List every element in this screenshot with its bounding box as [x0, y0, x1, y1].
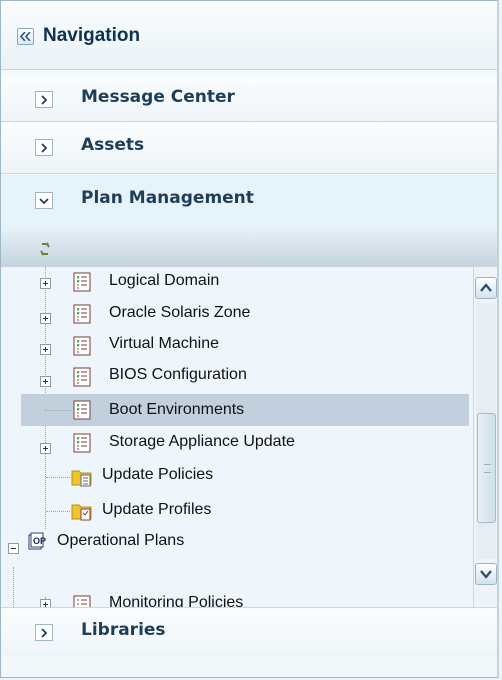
scroll-up-button[interactable] [475, 277, 497, 299]
navigation-panel: Navigation Message Center Assets Plan Ma… [0, 0, 499, 678]
tree-item[interactable]: Update Profiles [1, 493, 473, 523]
navigation-header: Navigation [1, 1, 497, 70]
plan-template-icon [73, 595, 91, 607]
tree-item-label: Oracle Solaris Zone [109, 304, 251, 321]
chevron-right-icon[interactable] [35, 91, 53, 108]
expand-icon[interactable] [40, 313, 51, 324]
chevron-right-icon[interactable] [35, 139, 53, 156]
tree-item-label: BIOS Configuration [109, 366, 247, 383]
tree-item[interactable]: BIOS Configuration [1, 360, 473, 390]
expand-icon[interactable] [40, 376, 51, 387]
scroll-down-button[interactable] [475, 563, 497, 585]
chevron-down-icon[interactable] [35, 192, 53, 209]
accordion-assets[interactable]: Assets [1, 123, 497, 174]
accordion-label-message-center: Message Center [81, 87, 235, 107]
tree-item[interactable]: Update Policies [1, 461, 473, 491]
plan-template-icon [73, 433, 91, 453]
expand-icon[interactable] [40, 443, 51, 454]
accordion-plan-management[interactable]: Plan Management [1, 175, 497, 231]
tree-item[interactable]: Oracle Solaris Zone [1, 297, 473, 327]
chevron-up-icon [480, 283, 492, 292]
scroll-thumb[interactable] [477, 413, 496, 523]
tree-connector [46, 477, 70, 478]
panel-footer [1, 656, 497, 677]
refresh-icon[interactable] [38, 241, 52, 257]
tree-connector [45, 410, 71, 411]
tree-toolbar [1, 231, 497, 268]
tree-item-label: Monitoring Policies [109, 594, 244, 607]
tree-scrollbar[interactable] [473, 267, 497, 607]
chevron-right-icon[interactable] [35, 624, 53, 641]
expand-icon[interactable] [40, 599, 51, 607]
policy-folder-icon [71, 470, 92, 487]
tree-item-label: Logical Domain [109, 272, 220, 289]
tree-item-label: Storage Appliance Update [109, 433, 295, 450]
tree-item[interactable]: Storage Appliance Update [1, 427, 473, 457]
expand-icon[interactable] [40, 278, 51, 289]
tree-item-label: Update Profiles [102, 501, 212, 518]
scroll-track[interactable] [476, 303, 496, 559]
tree-item[interactable]: OP Operational Plans [1, 525, 473, 555]
plan-template-icon [73, 367, 91, 387]
tree-item-label: Virtual Machine [109, 335, 219, 352]
tree-item-label: Boot Environments [109, 401, 245, 418]
grip-icon [484, 464, 491, 473]
accordion-label-libraries: Libraries [81, 620, 166, 640]
navigation-title: Navigation [43, 25, 141, 46]
tree-item-selected[interactable]: Boot Environments [21, 394, 469, 426]
svg-text:OP: OP [33, 536, 46, 546]
plan-template-icon [73, 400, 91, 420]
plan-tree: Logical Domain Oracle Solaris Zone Virtu… [1, 267, 473, 607]
plan-template-icon [73, 304, 91, 324]
expand-icon[interactable] [40, 344, 51, 355]
collapse-navigation-icon[interactable] [17, 28, 34, 45]
tree-item[interactable]: Monitoring Policies [1, 587, 473, 607]
accordion-libraries[interactable]: Libraries [1, 607, 497, 657]
tree-item-label: Update Policies [102, 466, 214, 483]
accordion-label-assets: Assets [81, 135, 145, 155]
operational-plan-icon: OP [28, 532, 46, 550]
tree-item[interactable]: Logical Domain [1, 267, 473, 297]
plan-template-icon [73, 336, 91, 356]
tree-item[interactable]: Virtual Machine [1, 329, 473, 359]
profile-folder-icon [71, 504, 92, 521]
chevron-down-icon [480, 570, 492, 579]
accordion-message-center[interactable]: Message Center [1, 77, 497, 122]
plan-template-icon [73, 272, 91, 292]
collapse-icon[interactable] [8, 543, 19, 554]
accordion-label-plan-management: Plan Management [81, 188, 254, 208]
tree-connector [46, 511, 70, 512]
tree-item-label: Operational Plans [57, 532, 185, 549]
